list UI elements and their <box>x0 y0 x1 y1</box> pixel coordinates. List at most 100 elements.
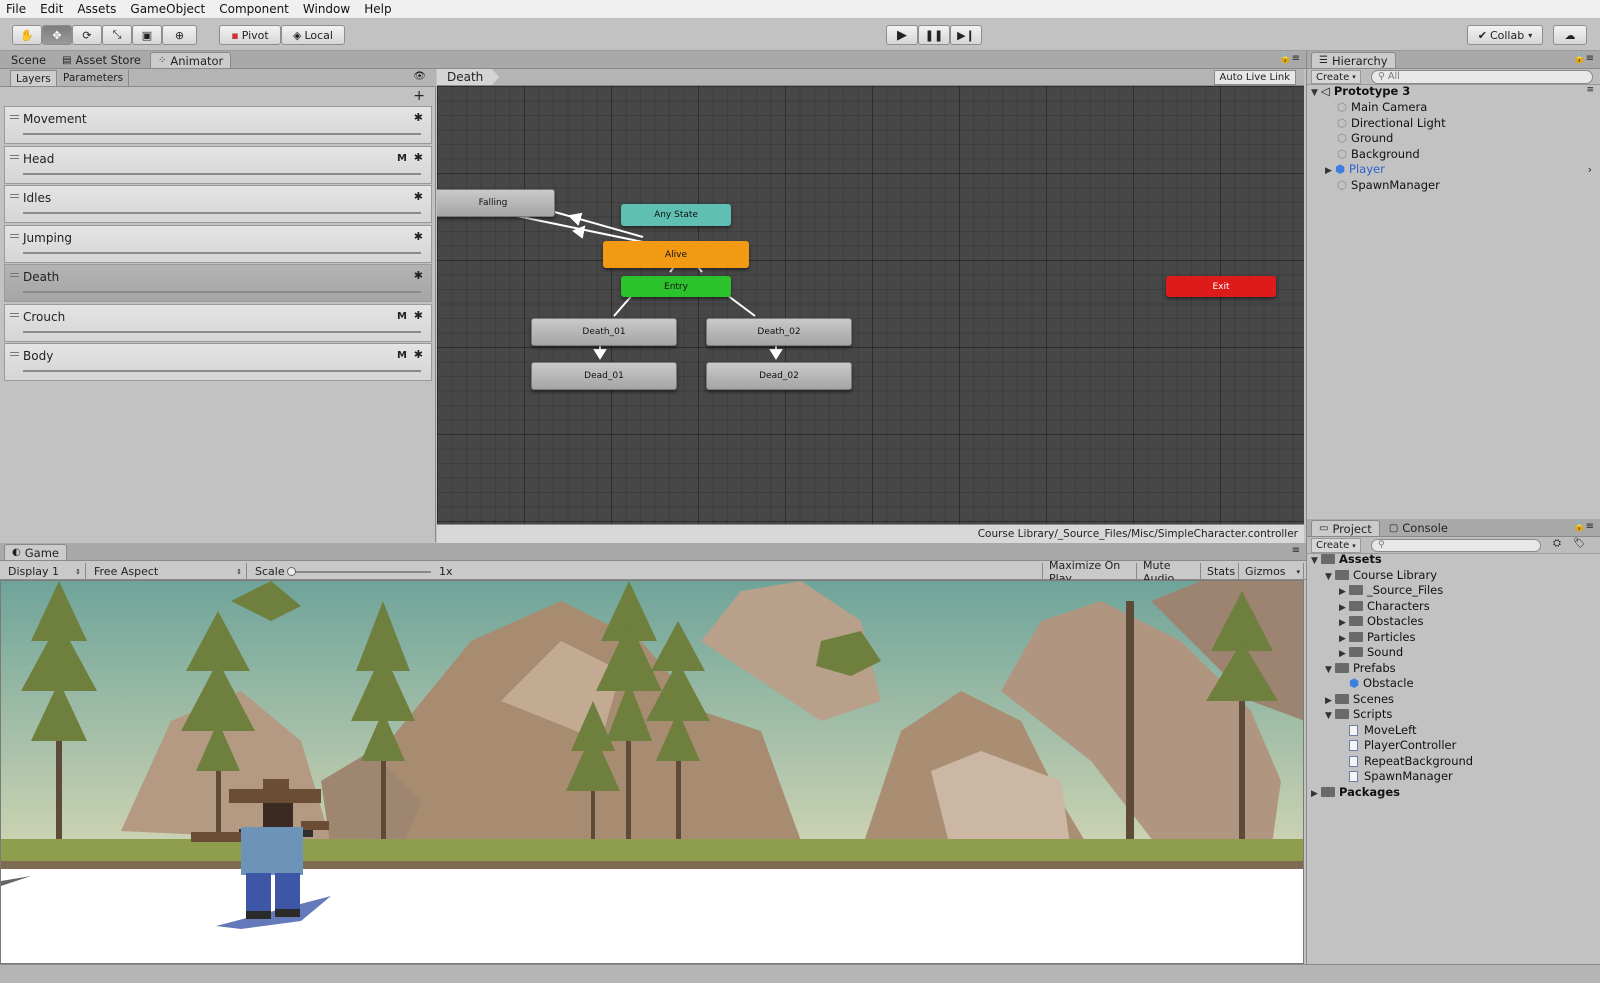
expand-arrow-icon[interactable]: ▼ <box>1325 572 1335 582</box>
expand-arrow-icon[interactable]: ▶ <box>1311 789 1321 799</box>
expand-arrow-icon[interactable]: ▶ <box>1339 649 1349 659</box>
menu-help[interactable]: Help <box>364 2 391 16</box>
project-create-button[interactable]: Create ▾ <box>1311 538 1361 553</box>
transform-tool-button[interactable]: ⊕ <box>162 25 197 45</box>
hierarchy-item[interactable]: ⬡ SpawnManager <box>1337 178 1440 192</box>
eye-icon[interactable]: 👁 <box>413 71 426 82</box>
gear-icon[interactable]: ✱ <box>414 151 423 164</box>
hierarchy-search-input[interactable]: ⚲ All <box>1371 70 1593 84</box>
aspect-dropdown[interactable]: Free Aspect ⇕ <box>88 563 247 580</box>
move-tool-button[interactable]: ✥ <box>42 25 72 45</box>
menu-component[interactable]: Component <box>219 2 289 16</box>
stats-button[interactable]: Stats <box>1201 563 1239 580</box>
drag-handle-icon[interactable] <box>10 115 19 119</box>
project-tree-item[interactable]: PlayerController <box>1339 738 1456 752</box>
expand-arrow-icon[interactable]: ▼ <box>1325 665 1335 675</box>
drag-handle-icon[interactable] <box>10 273 19 277</box>
tab-game[interactable]: ◐ Game <box>4 544 67 560</box>
gear-icon[interactable]: ✱ <box>414 269 423 282</box>
menu-file[interactable]: File <box>6 2 26 16</box>
layer-row[interactable]: Body M ✱ <box>4 343 432 381</box>
hierarchy-menu-icon[interactable]: 🔒≡ <box>1573 53 1594 64</box>
expand-arrow-icon[interactable]: ▶ <box>1339 603 1349 613</box>
drag-handle-icon[interactable] <box>10 154 19 159</box>
project-menu-icon[interactable]: 🔒≡ <box>1573 521 1594 532</box>
state-alive[interactable]: Alive <box>603 241 749 268</box>
tab-scene[interactable]: Scene <box>4 52 53 68</box>
hierarchy-item[interactable]: ⬡ Directional Light <box>1337 116 1446 130</box>
expand-arrow-icon[interactable]: ▶ <box>1339 587 1349 597</box>
gear-icon[interactable]: ✱ <box>414 230 423 243</box>
hierarchy-item[interactable]: ⬡ Ground <box>1337 131 1393 145</box>
add-layer-button[interactable]: + <box>413 88 425 104</box>
menu-edit[interactable]: Edit <box>40 2 63 16</box>
scene-menu-icon[interactable]: ≡ <box>1586 85 1594 95</box>
auto-live-link-button[interactable]: Auto Live Link <box>1213 70 1296 85</box>
state-death-02[interactable]: Death_02 <box>706 318 852 346</box>
layer-row[interactable]: Crouch M ✱ <box>4 303 432 342</box>
state-falling[interactable]: Falling <box>437 189 555 217</box>
layer-row[interactable]: Jumping ✱ <box>4 224 432 263</box>
hierarchy-item[interactable]: ▶ ⬢ Player <box>1325 162 1385 176</box>
drag-handle-icon[interactable] <box>10 194 19 198</box>
state-dead-02[interactable]: Dead_02 <box>706 362 852 390</box>
filter-type-icon[interactable]: ⛭ <box>1553 538 1561 549</box>
tab-console[interactable]: ▢ Console <box>1382 520 1455 536</box>
project-tree-item[interactable]: RepeatBackground <box>1339 754 1473 768</box>
breadcrumb[interactable]: Death <box>437 69 500 85</box>
tab-layers[interactable]: Layers <box>10 70 57 86</box>
project-tree-item[interactable]: ▶ Scenes <box>1325 692 1394 706</box>
gizmos-dropdown[interactable]: Gizmos ▾ <box>1239 563 1304 580</box>
animator-graph[interactable]: Falling Any State Alive Entry Exit Death… <box>437 86 1304 524</box>
gear-icon[interactable]: ✱ <box>414 309 423 322</box>
play-button[interactable]: ▶ <box>886 25 918 45</box>
gear-icon[interactable]: ✱ <box>414 111 423 124</box>
project-tree-item[interactable]: ▶ Characters <box>1339 599 1430 613</box>
project-tree-item[interactable]: SpawnManager <box>1339 769 1453 783</box>
tab-parameters[interactable]: Parameters <box>58 70 130 86</box>
gear-icon[interactable]: ✱ <box>414 348 423 361</box>
filter-label-icon[interactable]: 🏷 <box>1573 538 1586 549</box>
menu-assets[interactable]: Assets <box>77 2 116 16</box>
project-tree-item[interactable]: ▼ Course Library <box>1325 568 1437 582</box>
menu-gameobject[interactable]: GameObject <box>130 2 205 16</box>
scale-tool-button[interactable]: ⤡ <box>102 25 132 45</box>
expand-arrow-icon[interactable]: ▶ <box>1339 618 1349 628</box>
project-tree-item[interactable]: ▶ Obstacles <box>1339 614 1423 628</box>
collab-button[interactable]: ✔ Collab ▾ <box>1467 25 1543 45</box>
gear-icon[interactable]: ✱ <box>414 190 423 203</box>
layer-row[interactable]: Head M ✱ <box>4 145 432 184</box>
chevron-right-icon[interactable]: › <box>1588 163 1592 176</box>
drag-handle-icon[interactable] <box>10 312 19 317</box>
game-viewport[interactable] <box>0 580 1304 964</box>
scene-root-row[interactable]: ▼ ◁ Prototype 3 <box>1311 84 1410 98</box>
scale-slider-thumb[interactable] <box>287 567 296 576</box>
game-menu-icon[interactable]: ≡ <box>1292 545 1300 556</box>
tab-hierarchy[interactable]: ☰ Hierarchy <box>1311 52 1396 68</box>
local-button[interactable]: ◈ Local <box>281 25 345 45</box>
mute-audio-button[interactable]: Mute Audio <box>1137 559 1201 585</box>
project-tree-item[interactable]: ⬢ Obstacle <box>1339 676 1414 690</box>
project-search-input[interactable]: ⚲ <box>1371 539 1541 552</box>
display-dropdown[interactable]: Display 1 ⇕ <box>2 563 86 580</box>
project-tree-item[interactable]: MoveLeft <box>1339 723 1416 737</box>
panel-menu-icon[interactable]: 🔒≡ <box>1279 53 1300 64</box>
tab-animator[interactable]: ⁘ Animator <box>150 52 232 68</box>
state-any-state[interactable]: Any State <box>621 204 731 226</box>
expand-arrow-icon[interactable]: ▼ <box>1311 556 1321 566</box>
menu-window[interactable]: Window <box>303 2 350 16</box>
project-tree-item[interactable]: ▶ _Source_Files <box>1339 583 1443 597</box>
project-tree-item[interactable]: ▼ Scripts <box>1325 707 1392 721</box>
scale-slider[interactable] <box>287 567 431 576</box>
tab-project[interactable]: ▭ Project <box>1311 520 1380 536</box>
expand-arrow-icon[interactable]: ▼ <box>1311 88 1321 98</box>
project-tree-item[interactable]: ▶ Particles <box>1339 630 1415 644</box>
expand-arrow-icon[interactable]: ▶ <box>1325 696 1335 706</box>
hierarchy-item[interactable]: ⬡ Background <box>1337 147 1420 161</box>
pause-button[interactable]: ❚❚ <box>918 25 950 45</box>
layer-row[interactable]: Death ✱ <box>4 264 432 302</box>
maximize-on-play-button[interactable]: Maximize On Play <box>1042 559 1137 585</box>
project-tree-item[interactable]: ▼ Assets <box>1311 552 1382 566</box>
step-button[interactable]: ▶❙ <box>950 25 982 45</box>
hierarchy-create-button[interactable]: Create ▾ <box>1311 70 1361 84</box>
